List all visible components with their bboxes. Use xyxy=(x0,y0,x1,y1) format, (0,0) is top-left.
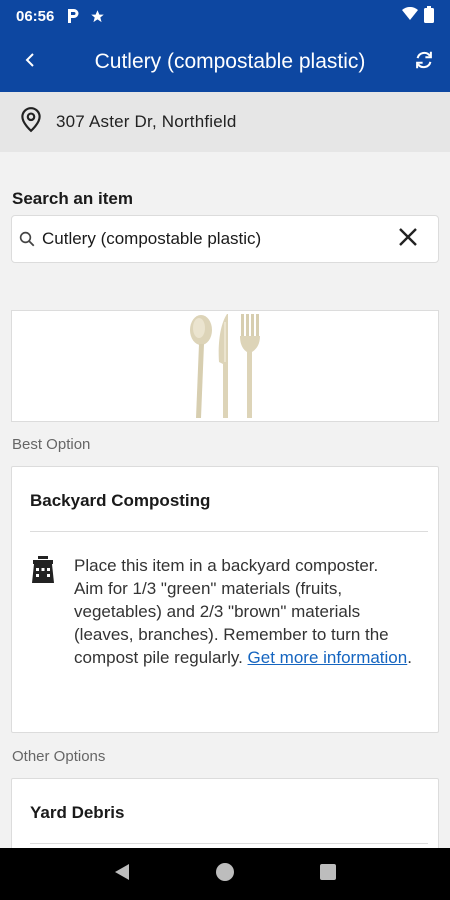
nav-back-button[interactable] xyxy=(102,854,142,894)
back-arrow-icon xyxy=(25,52,37,72)
page-title: Cutlery (compostable plastic) xyxy=(94,50,366,73)
address-text: 307 Aster Dr, Northfield xyxy=(56,112,237,131)
location-pin-icon xyxy=(18,106,44,139)
best-option-description: Place this item in a backyard composter.… xyxy=(74,554,420,669)
search-box[interactable] xyxy=(11,215,439,263)
system-nav-bar xyxy=(0,848,450,900)
refresh-icon xyxy=(413,49,435,76)
nav-home-icon xyxy=(215,862,235,887)
refresh-button[interactable] xyxy=(398,32,450,92)
nav-back-icon xyxy=(114,863,130,886)
other-option-card[interactable]: Yard Debris xyxy=(11,778,439,848)
more-info-link[interactable]: Get more information xyxy=(248,648,408,667)
clear-search-button[interactable] xyxy=(384,216,432,262)
nav-recents-icon xyxy=(320,863,337,885)
wifi-icon xyxy=(402,6,418,25)
search-label: Search an item xyxy=(12,189,133,208)
status-bar: 06:56 xyxy=(0,0,450,32)
search-icon xyxy=(18,230,36,248)
star-icon xyxy=(90,9,105,24)
nav-recents-button[interactable] xyxy=(308,854,348,894)
p-icon xyxy=(66,8,80,24)
best-option-label: Best Option xyxy=(12,436,91,453)
item-image xyxy=(11,310,439,422)
other-options-label: Other Options xyxy=(12,748,106,765)
other-option-title: Yard Debris xyxy=(30,803,125,822)
best-option-trailing: . xyxy=(407,648,412,667)
best-option-title: Backyard Composting xyxy=(30,491,211,510)
content-area[interactable]: Search an item Best Option xyxy=(0,152,450,848)
best-option-card: Backyard Composting Place this item in a… xyxy=(11,466,439,733)
nav-home-button[interactable] xyxy=(205,854,245,894)
search-input[interactable] xyxy=(42,229,384,249)
battery-icon xyxy=(424,5,434,27)
divider xyxy=(30,843,428,844)
address-bar[interactable]: 307 Aster Dr, Northfield xyxy=(0,92,450,152)
clear-icon xyxy=(398,227,418,252)
app-bar: Cutlery (compostable plastic) xyxy=(0,32,450,92)
compost-bin-icon xyxy=(30,554,56,669)
back-button[interactable] xyxy=(0,32,62,92)
status-time: 06:56 xyxy=(16,7,55,25)
cutlery-illustration xyxy=(190,314,260,418)
